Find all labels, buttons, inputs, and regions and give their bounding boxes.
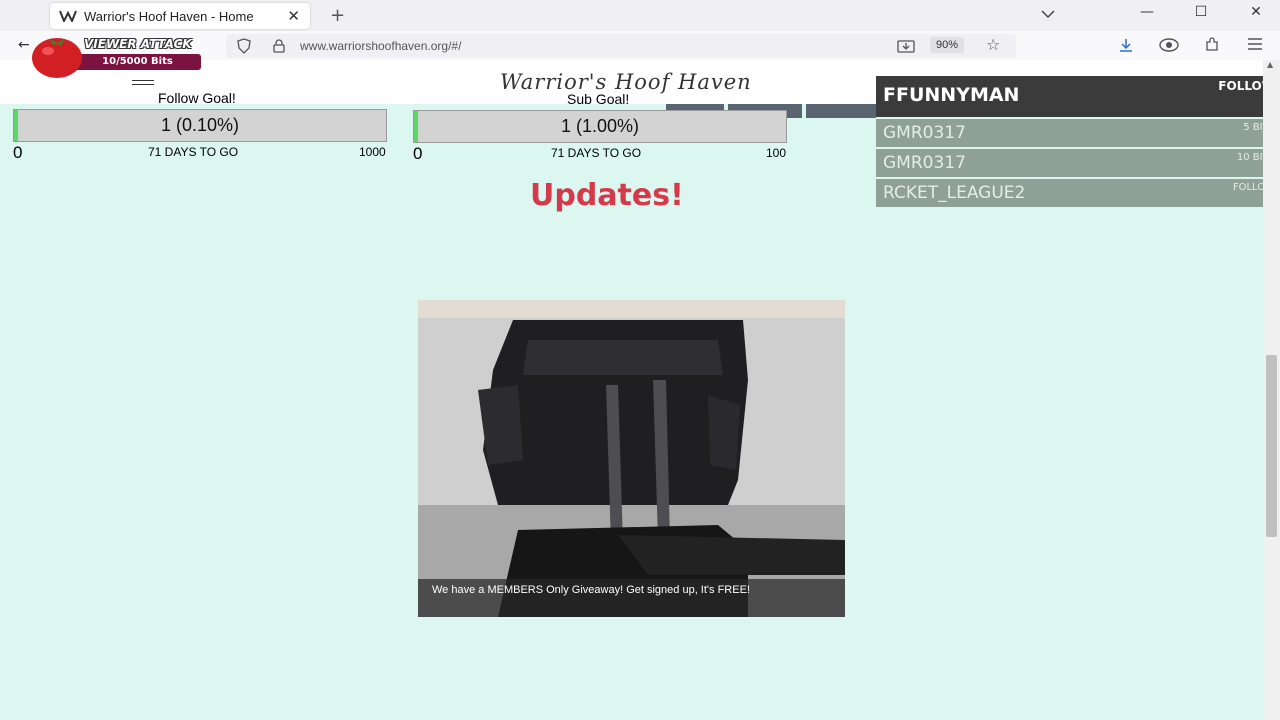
tracking-shield-icon[interactable] (236, 38, 252, 54)
site-menu-icon[interactable] (132, 80, 154, 88)
url-text[interactable]: www.warriorshoofhaven.org/#/ (300, 39, 461, 53)
window-close-icon[interactable]: ✕ (1246, 4, 1266, 20)
maximize-icon[interactable]: ☐ (1191, 4, 1211, 20)
bookmark-star-icon[interactable]: ☆ (986, 35, 1000, 54)
sub-goal-label: Sub Goal! (567, 91, 630, 107)
sub-goal-max: 100 (766, 146, 787, 160)
scrollbar-thumb[interactable] (1266, 355, 1277, 537)
event-item: RCKET_LEAGUE2 FOLLOW (876, 179, 1280, 207)
follow-goal-progress: 1 (0.10%) (160, 115, 240, 135)
menu-hamburger-icon[interactable] (1247, 37, 1263, 51)
save-to-pocket-icon[interactable] (897, 38, 915, 54)
follow-goal-max: 1000 (359, 145, 386, 159)
page-scrollbar[interactable]: ▲ (1263, 60, 1280, 720)
tab-title: Warrior's Hoof Haven - Home (84, 8, 254, 24)
extensions-puzzle-icon[interactable] (1204, 37, 1220, 53)
follow-goal-label: Follow Goal! (158, 90, 236, 106)
stream-events-list: FFUNNYMAN FOLLOW GMR0317 5 BITS GMR0317 … (876, 76, 1280, 207)
site-favicon-icon (59, 9, 77, 23)
browser-tab[interactable]: Warrior's Hoof Haven - Home ✕ (50, 3, 310, 29)
giveaway-caption: We have a MEMBERS Only Giveaway! Get sig… (418, 579, 845, 617)
sub-goal-bar: 1 (1.00%) (413, 110, 787, 143)
downloads-icon[interactable] (1118, 37, 1134, 53)
account-icon[interactable] (1159, 37, 1179, 53)
event-item: FFUNNYMAN FOLLOW (876, 76, 1280, 117)
event-user: GMR0317 (883, 153, 966, 173)
event-user: FFUNNYMAN (883, 84, 1020, 106)
tab-bar: Warrior's Hoof Haven - Home ✕ + — ☐ ✕ (0, 0, 1280, 31)
follow-goal-fill (14, 110, 19, 141)
new-tab-icon[interactable]: + (330, 5, 345, 26)
updates-heading: Updates! (530, 178, 684, 213)
back-arrow-icon[interactable]: ← (18, 37, 30, 53)
sub-goal-days: 71 DAYS TO GO (551, 146, 642, 160)
header-photo (806, 104, 876, 118)
tomato-icon (32, 38, 82, 78)
event-item: GMR0317 10 BITS (876, 149, 1280, 177)
sub-goal-progress: 1 (1.00%) (560, 116, 640, 136)
event-item: GMR0317 5 BITS (876, 119, 1280, 147)
viewer-attack-widget: 10/5000 Bits VIEWER ATTACK (30, 33, 205, 79)
giveaway-image[interactable]: We have a MEMBERS Only Giveaway! Get sig… (418, 300, 845, 617)
event-user: RCKET_LEAGUE2 (883, 183, 1026, 203)
address-bar[interactable]: www.warriorshoofhaven.org/#/ 90% ☆ (226, 34, 1016, 58)
follow-goal-min: 0 (13, 143, 23, 162)
minimize-icon[interactable]: — (1137, 4, 1157, 20)
viewer-attack-title: VIEWER ATTACK (84, 37, 192, 51)
scroll-up-arrow-icon[interactable]: ▲ (1267, 60, 1273, 69)
tab-list-chevron-icon[interactable] (1040, 6, 1056, 22)
lock-icon[interactable] (272, 38, 286, 54)
follow-goal-days: 71 DAYS TO GO (148, 145, 239, 159)
zoom-level[interactable]: 90% (930, 37, 965, 53)
bits-progress: 10/5000 Bits (74, 54, 201, 70)
motorcycle-backpack-photo (418, 300, 845, 617)
tab-close-icon[interactable]: ✕ (287, 7, 300, 25)
sub-goal-min: 0 (413, 144, 423, 163)
sub-goal-fill (414, 111, 419, 142)
event-user: GMR0317 (883, 123, 966, 143)
follow-goal-bar: 1 (0.10%) (13, 109, 387, 142)
